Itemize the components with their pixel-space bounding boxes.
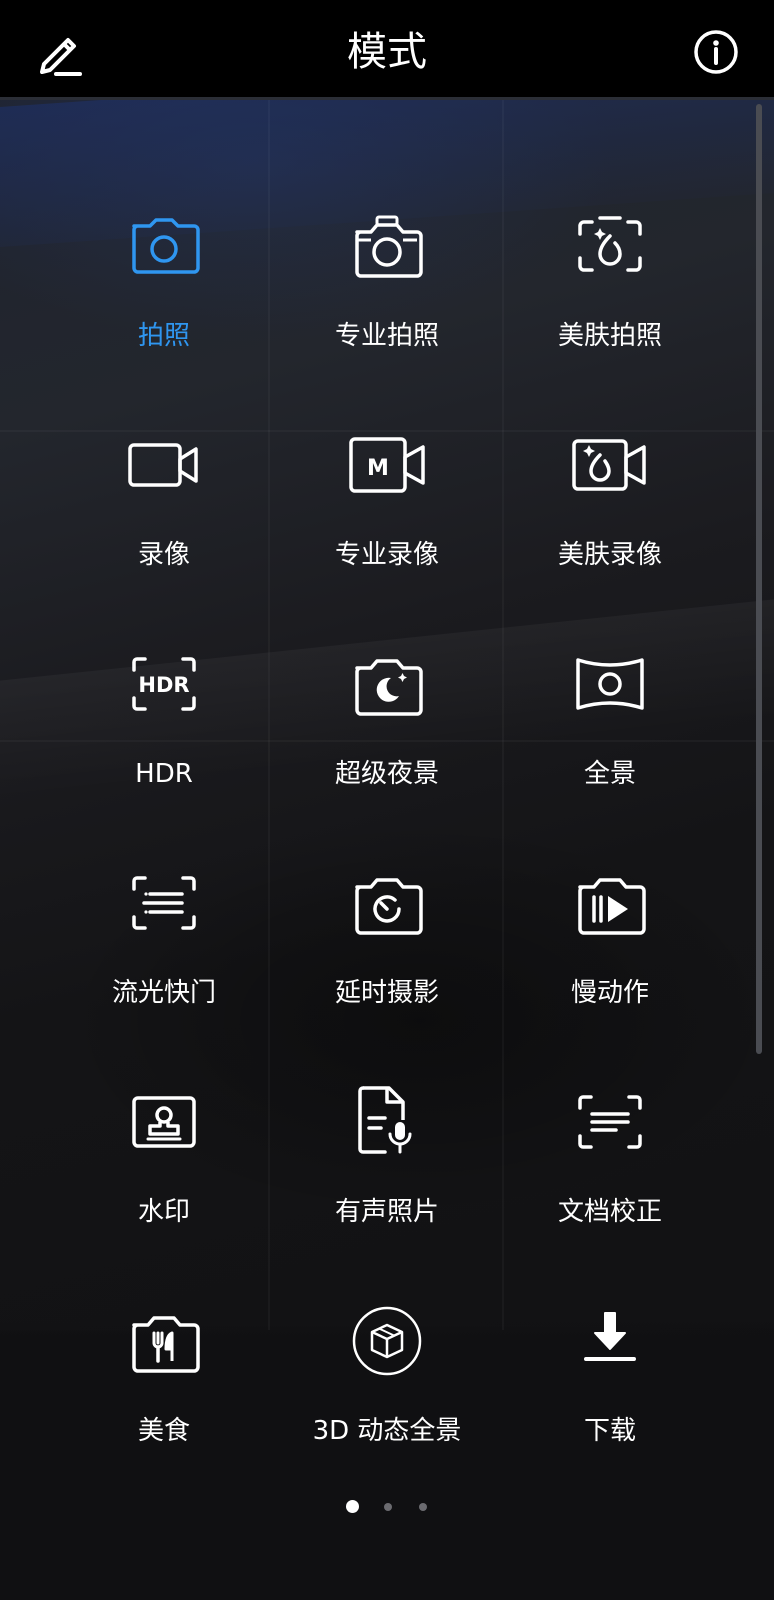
panorama-icon	[570, 644, 650, 724]
mode-item-slow-motion[interactable]: 慢动作	[498, 757, 722, 1008]
mode-item-light-painting[interactable]: 流光快门	[52, 757, 276, 1008]
info-button[interactable]	[686, 22, 746, 82]
page-title: 模式	[347, 29, 427, 75]
slow-motion-icon	[570, 863, 650, 943]
mode-item-panorama[interactable]: 全景	[498, 538, 722, 789]
pro-video-icon: M	[347, 425, 427, 505]
beauty-camera-icon	[570, 206, 650, 286]
info-icon	[694, 30, 738, 74]
watermark-icon	[124, 1082, 204, 1162]
mode-item-time-lapse[interactable]: 延时摄影	[275, 757, 499, 1008]
food-icon	[124, 1301, 204, 1381]
pro-video-letter: M	[367, 456, 389, 481]
mode-item-audio-photo[interactable]: 有声照片	[275, 976, 499, 1227]
mode-item-document-scan[interactable]: 文档校正	[498, 976, 722, 1227]
top-bar: 模式	[0, 0, 774, 100]
hdr-icon-text: HDR	[138, 673, 189, 697]
mode-item-watermark[interactable]: 水印	[52, 976, 276, 1227]
mode-item-3d-panorama[interactable]: 3D 动态全景	[275, 1195, 499, 1446]
page-indicator	[0, 1500, 774, 1520]
mode-item-hdr[interactable]: HDR HDR	[52, 538, 276, 789]
mode-item-download[interactable]: 下载	[498, 1195, 722, 1446]
night-mode-icon	[347, 644, 427, 724]
page-dot[interactable]	[419, 1503, 427, 1511]
download-icon	[570, 1301, 650, 1381]
hdr-icon: HDR	[124, 644, 204, 724]
mode-item-beauty-video[interactable]: 美肤录像	[498, 319, 722, 570]
3d-panorama-icon	[347, 1301, 427, 1381]
light-painting-icon	[124, 863, 204, 943]
scrollbar[interactable]	[756, 104, 762, 1054]
mode-label: 3D 动态全景	[312, 1416, 462, 1446]
page-dot-active[interactable]	[346, 1500, 359, 1513]
mode-item-pro-photo[interactable]: 专业拍照	[275, 100, 499, 351]
document-scan-icon	[570, 1082, 650, 1162]
mode-item-video[interactable]: 录像	[52, 319, 276, 570]
video-icon	[124, 425, 204, 505]
mode-item-photo[interactable]: 拍照	[52, 100, 276, 351]
mode-label: 美食	[137, 1416, 190, 1446]
audio-photo-icon	[347, 1082, 427, 1162]
pro-camera-icon	[347, 206, 427, 286]
camera-mode-screen: 模式 拍照 专业拍照 美肤拍照 录像 M 专业录像 美肤录像 HDR HDR 超…	[0, 0, 774, 1600]
page-dot[interactable]	[384, 1503, 392, 1511]
mode-item-food[interactable]: 美食	[52, 1195, 276, 1446]
mode-item-pro-video[interactable]: M 专业录像	[275, 319, 499, 570]
camera-icon	[124, 206, 204, 286]
mode-item-night[interactable]: 超级夜景	[275, 538, 499, 789]
mode-label: 下载	[583, 1416, 636, 1446]
time-lapse-icon	[347, 863, 427, 943]
mode-item-beauty-photo[interactable]: 美肤拍照	[498, 100, 722, 351]
beauty-video-icon	[570, 425, 650, 505]
